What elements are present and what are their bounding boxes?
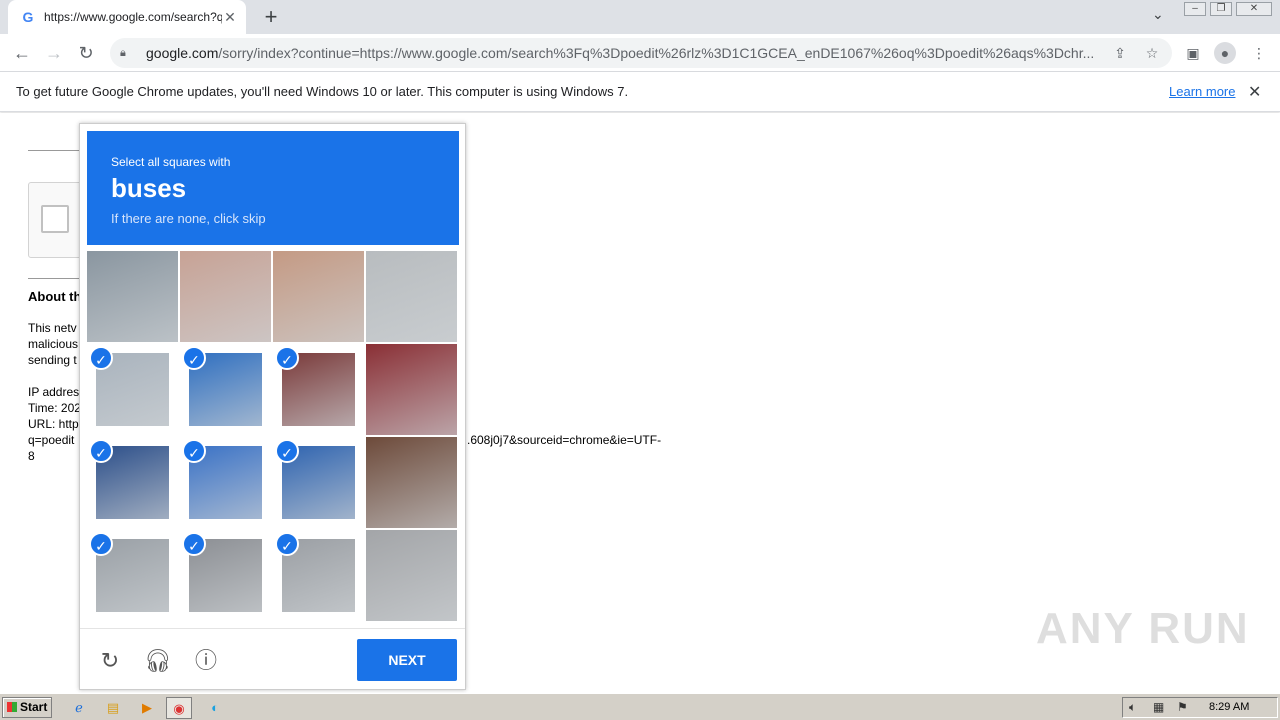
selected-check-icon: ✓ [89,532,113,556]
window-close-button[interactable]: ✕ [1236,2,1272,16]
tile-image [366,251,457,342]
tile-image [366,530,457,621]
audio-challenge-icon[interactable]: 🎧︎ [144,647,172,675]
grid-tile[interactable] [366,530,457,621]
learn-more-link[interactable]: Learn more [1169,84,1235,99]
google-favicon-icon: G [22,9,34,25]
selected-check-icon: ✓ [275,439,299,463]
ip-line: IP addres [28,385,80,399]
selected-check-icon: ✓ [182,439,206,463]
lock-icon[interactable]: 🔒︎ [120,47,134,60]
browser-tab[interactable]: G https://www.google.com/search?q= ✕ [8,0,246,34]
grid-tile[interactable]: ✓ [273,530,364,621]
system-tray: 🔈︎ ▦ ⚑ 8:29 AM [1122,697,1278,718]
selected-check-icon: ✓ [89,346,113,370]
start-button[interactable]: Start [2,697,52,718]
grid-tile[interactable]: ✓ [180,344,271,435]
forward-button[interactable]: → [42,41,66,65]
anyrun-watermark: ANY RUN [1036,604,1250,653]
grid-tile[interactable] [180,251,271,342]
windows-taskbar: Start ℯ ▤ ▶ ◉ ◐ 🔈︎ ▦ ⚑ 8:29 AM [0,693,1280,720]
grid-tile[interactable]: ✓ [87,437,178,528]
grid-tile[interactable]: ✓ [273,344,364,435]
selected-check-icon: ✓ [182,346,206,370]
para-line: sending t [28,353,77,367]
back-button[interactable]: ← [10,41,34,65]
edge-icon[interactable]: ◐ [202,697,228,719]
network-icon[interactable]: ▦ [1153,700,1164,714]
windows-flag-icon [7,702,17,712]
new-tab-button[interactable]: + [258,4,284,30]
grid-tile[interactable] [273,251,364,342]
image-grid: ✓ ✓ ✓ ✓ ✓ ✓ ✓ ✓ ✓ [87,251,459,623]
url-text: google.com/sorry/index?continue=https://… [146,45,1095,61]
reload-challenge-icon[interactable]: ↻ [96,647,124,675]
address-bar[interactable]: 🔒︎ google.com/sorry/index?continue=https… [110,38,1172,68]
time-line: Time: 202 [28,401,81,415]
query-line: q=poedit [28,433,75,447]
instruction-text: Select all squares with [111,155,231,169]
tile-image [366,344,457,435]
action-center-flag-icon[interactable]: ⚑ [1177,700,1188,714]
tab-search-chevron-icon[interactable]: ⌄ [1152,6,1164,23]
chrome-taskbar-icon[interactable]: ◉ [166,697,192,719]
challenge-header: Select all squares with buses If there a… [87,131,459,245]
next-button[interactable]: NEXT [357,639,457,681]
challenge-footer: ↻ 🎧︎ ⓘ NEXT [80,628,465,689]
selected-check-icon: ✓ [275,532,299,556]
info-icon[interactable]: ⓘ [192,647,220,675]
minimize-button[interactable]: – [1184,2,1206,16]
side-panel-icon[interactable]: ▣ [1182,42,1204,64]
file-explorer-icon[interactable]: ▤ [100,697,126,719]
skip-hint: If there are none, click skip [111,211,266,226]
url-line: URL: http [28,417,79,431]
grid-tile[interactable]: ✓ [180,437,271,528]
update-infobar: To get future Google Chrome updates, you… [0,72,1280,112]
selected-check-icon: ✓ [275,346,299,370]
volume-icon[interactable]: 🔈︎ [1129,700,1136,715]
selected-check-icon: ✓ [89,439,113,463]
restore-button[interactable]: ❐ [1210,2,1232,16]
grid-tile[interactable]: ✓ [180,530,271,621]
tile-image [87,251,178,342]
infobar-close-icon[interactable]: ✕ [1248,82,1261,102]
menu-kebab-icon[interactable]: ⋮ [1248,42,1270,64]
tile-image [180,251,271,342]
recaptcha-challenge: Select all squares with buses If there a… [79,123,466,690]
para-line: malicious [28,337,79,351]
grid-tile[interactable]: ✓ [87,530,178,621]
browser-toolbar: ← → ↻ 🔒︎ google.com/sorry/index?continue… [0,34,1280,72]
media-player-icon[interactable]: ▶ [134,697,160,719]
grid-tile[interactable] [87,251,178,342]
tab-title: https://www.google.com/search?q= [44,10,222,24]
internet-explorer-icon[interactable]: ℯ [66,697,92,719]
clock: 8:29 AM [1209,701,1250,713]
profile-avatar-icon[interactable]: ● [1214,42,1236,64]
url-fragment: .608j0j7&sourceid=chrome&ie=UTF- [467,433,662,447]
grid-tile[interactable] [366,437,457,528]
reload-button[interactable]: ↻ [74,41,98,65]
bookmark-star-icon[interactable]: ☆ [1142,45,1162,62]
grid-tile[interactable] [366,251,457,342]
para-line: This netv [28,321,77,335]
about-heading: About th [28,289,82,304]
grid-tile[interactable] [366,344,457,435]
tile-image [366,437,457,528]
tile-image [273,251,364,342]
tab-strip: G https://www.google.com/search?q= ✕ + ⌄… [0,0,1280,34]
recaptcha-checkbox[interactable] [41,205,69,233]
close-tab-icon[interactable]: ✕ [222,9,238,26]
share-icon[interactable]: ⇪ [1110,45,1130,62]
selected-check-icon: ✓ [182,532,206,556]
url-line-end: 8 [28,449,35,463]
grid-tile[interactable]: ✓ [87,344,178,435]
grid-tile[interactable]: ✓ [273,437,364,528]
target-object: buses [111,173,187,203]
infobar-message: To get future Google Chrome updates, you… [16,84,629,99]
